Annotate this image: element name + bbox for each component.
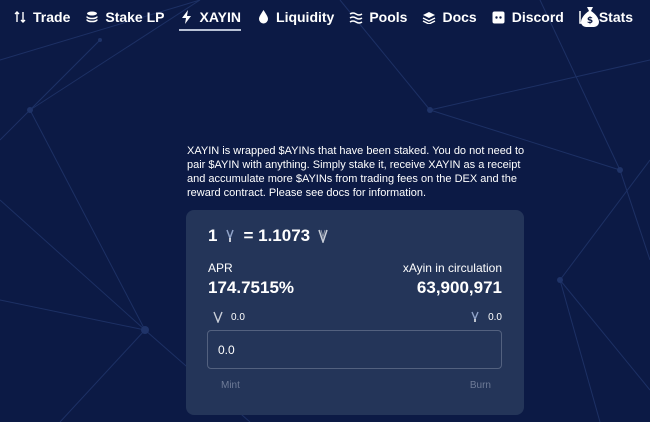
nav-label-liquidity: Liquidity (276, 9, 335, 25)
nav-label-discord: Discord (511, 9, 564, 25)
xayin-token-icon (316, 229, 330, 243)
apr-value: 174.7515% (208, 278, 295, 297)
nav-item-stake-lp[interactable]: Stake LP (84, 0, 165, 34)
ayin-balance: 0.0 (470, 311, 502, 323)
nav-item-pools[interactable]: Pools (348, 0, 407, 34)
mint-button[interactable]: Mint (221, 380, 240, 391)
circulation-label: xAyin in circulation (402, 261, 502, 275)
xayin-description: XAYIN is wrapped $AYINs that have been s… (187, 145, 525, 199)
ayin-token-icon (223, 229, 237, 243)
nav-label-pools: Pools (369, 9, 408, 25)
top-nav: Trade Stake LP XAYIN Liquidity Pools Doc… (0, 0, 650, 34)
nav-item-trade[interactable]: Trade (12, 0, 70, 34)
exchange-rate: 1 = 1.1073 (208, 226, 336, 246)
ayin-token-icon (470, 311, 482, 323)
pools-wave-icon (348, 9, 364, 25)
xayin-balance: 0.0 (213, 311, 245, 323)
circulation-value: 63,900,971 (416, 278, 502, 297)
trade-icon (12, 9, 28, 25)
nav-item-docs[interactable]: Docs (421, 0, 477, 34)
amount-input[interactable] (207, 330, 502, 369)
discord-icon (491, 9, 507, 25)
xayin-token-icon (213, 311, 225, 323)
droplet-icon (255, 9, 271, 25)
rate-equals-value: = 1.1073 (243, 226, 311, 245)
nav-item-liquidity[interactable]: Liquidity (255, 0, 334, 34)
nav-label-stake-lp: Stake LP (105, 9, 165, 25)
nav-label-stats: Stats (598, 9, 634, 25)
svg-text:$: $ (587, 16, 593, 26)
xayin-balance-value: 0.0 (231, 311, 245, 323)
rate-left-amount: 1 (208, 226, 218, 245)
xayin-card: 1 = 1.1073 APR 174.7515% xAyin in circul… (186, 210, 524, 415)
ayin-balance-value: 0.0 (488, 311, 502, 323)
stake-coins-icon (84, 9, 100, 25)
nav-item-xayin[interactable]: XAYIN (178, 0, 242, 34)
nav-label-docs: Docs (442, 9, 477, 25)
money-bag-icon[interactable]: $ (580, 6, 600, 28)
nav-item-discord[interactable]: Discord (491, 0, 564, 34)
apr-label: APR (208, 261, 233, 275)
burn-button[interactable]: Burn (470, 380, 491, 391)
layers-icon (421, 9, 437, 25)
lightning-icon (179, 9, 195, 25)
nav-label-trade: Trade (33, 9, 71, 25)
nav-label-xayin: XAYIN (199, 9, 242, 25)
